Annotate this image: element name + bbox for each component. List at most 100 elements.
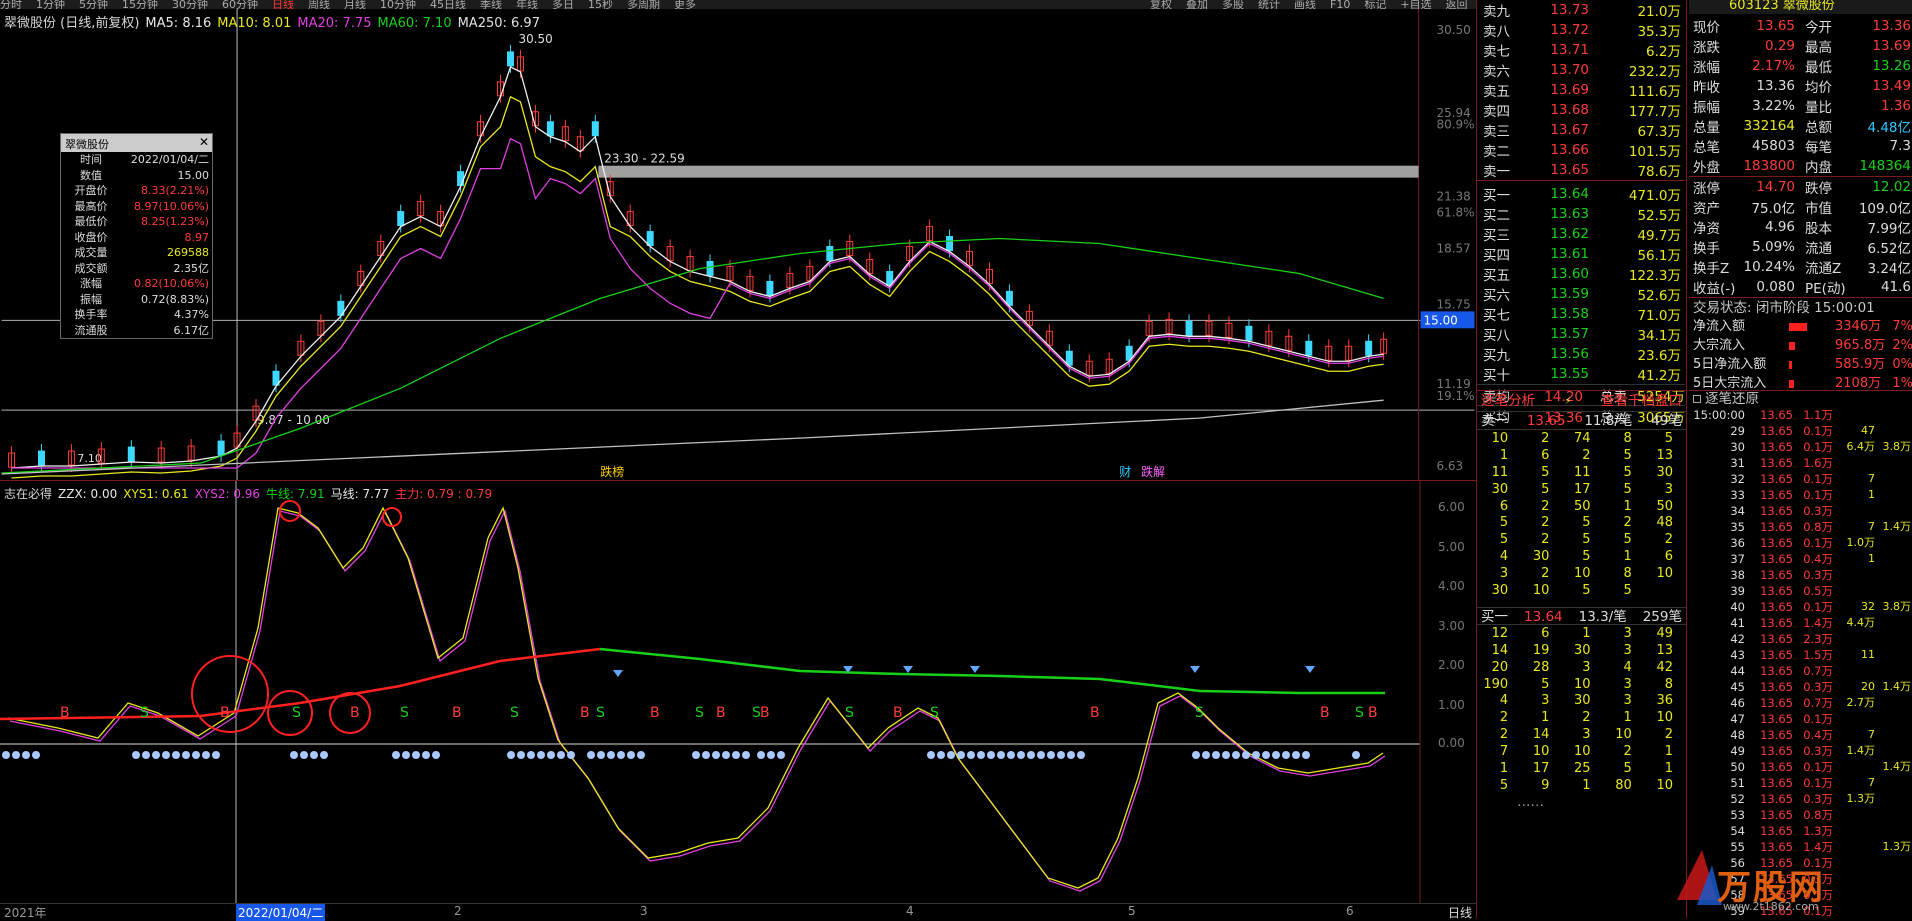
bid-row[interactable]: 买五 13.60 122.3万 [1477,264,1685,284]
flow-bar [1789,361,1792,369]
period-tab[interactable]: 1分钟 [36,0,65,9]
bid-row[interactable]: 买七 13.58 71.0万 [1477,304,1685,324]
period-tab[interactable]: 多周期 [627,0,660,9]
diamond-icon [1305,666,1315,673]
candle [217,434,225,463]
toolbar-button[interactable]: 画线 [1294,0,1316,9]
dot-marker [1282,751,1290,759]
ask-row[interactable]: 卖五 13.69 111.6万 [1477,80,1685,100]
legend-item: MA10: 8.01 [217,16,292,31]
candle [272,364,280,393]
flow-bar [1789,380,1794,388]
toolbar-button[interactable]: 复权 [1150,0,1172,9]
bid-row[interactable]: 买八 13.57 34.1万 [1477,324,1685,344]
data-window-row: 最低价 8.25(1.23%) [61,214,212,230]
bid-row[interactable]: 买六 13.59 52.6万 [1477,284,1685,304]
signal-mark: B [1090,705,1100,721]
tick-row: 11 5 11 5 30 [1491,464,1673,480]
bid-row[interactable]: 买四 13.61 56.1万 [1477,244,1685,264]
period-tab[interactable]: 10分钟 [380,0,416,9]
restore-row: 44 13.65 0.7万 [1730,664,1833,678]
signal-mark: B [760,705,770,721]
dot-marker [212,751,220,759]
ask-row[interactable]: 卖九 13.73 21.0万 [1477,0,1685,20]
ask-row[interactable]: 卖八 13.72 35.3万 [1477,20,1685,40]
toolbar-button[interactable]: 统计 [1258,0,1280,9]
view-depth-link[interactable]: 查看千档盘口 [1601,391,1682,411]
bid-row[interactable]: 买一 13.64 471.0万 [1477,184,1685,204]
restore-row: 39 13.65 0.5万 [1730,584,1833,598]
kline-chart[interactable]: 30.5025.9480.9%21.3861.8%18.5715.7513.90… [0,9,1476,481]
period-tab[interactable]: 季线 [480,0,502,9]
period-tab[interactable]: 45日线 [430,0,466,9]
period-tab[interactable]: 周线 [308,0,330,9]
restore-row: 37 13.65 0.4万 1 [1730,552,1875,566]
candle [576,129,584,158]
dot-marker [132,751,140,759]
y-tick: 2.00 [1438,658,1465,672]
toolbar-button[interactable]: 叠加 [1186,0,1208,9]
bull-line [599,647,1385,695]
diamond-icon [970,666,980,673]
period-tab[interactable]: 15秒 [588,0,613,9]
restore-row: 42 13.65 2.3万 [1730,632,1833,646]
ask-row[interactable]: 卖七 13.71 6.2万 [1477,40,1685,60]
bid-row[interactable]: 买九 13.56 23.6万 [1477,344,1685,364]
dot-marker [1192,751,1200,759]
period-tab[interactable]: 分时 [0,0,22,9]
period-tab[interactable]: 60分钟 [222,0,258,9]
toolbar-button[interactable]: 返回 [1446,0,1468,9]
restore-row: 54 13.65 1.3万 [1730,824,1833,838]
tick-head-cell: 13.3/笔 [1578,608,1627,625]
toolbar-button[interactable]: 标记 [1364,0,1386,9]
tick-restore-title[interactable]: 逐笔还原 [1705,391,1759,407]
ask-row[interactable]: 卖二 13.66 101.5万 [1477,140,1685,160]
dot-marker [637,751,645,759]
ask-row[interactable]: 卖六 13.70 232.2万 [1477,60,1685,80]
restore-row: 32 13.65 0.1万 7 [1730,472,1875,486]
period-tab[interactable]: 5分钟 [79,0,108,9]
tick-head-cell: 13.64 [1523,608,1563,625]
y-tick: 6.63 [1437,459,1464,473]
dot-marker [627,751,635,759]
dot-marker [412,751,420,759]
dot-marker [1242,751,1250,759]
dot-marker [162,751,170,759]
y-tick: 4.00 [1438,579,1465,593]
restore-row: 46 13.65 0.7万 2.7万 [1730,696,1875,710]
indicator-chart[interactable]: 6.005.004.003.002.001.000.00B S B S B S B S B S B S… [0,481,1476,903]
candle [437,204,445,233]
period-tab[interactable]: 日线 [272,0,294,9]
period-tab[interactable]: 30分钟 [172,0,208,9]
period-tab[interactable]: 15分钟 [122,0,158,9]
close-icon[interactable]: ✕ [199,135,209,149]
toolbar-button[interactable]: 多股 [1222,0,1244,9]
legend-item: 马线: 7.77 [330,487,390,501]
period-label[interactable]: 日线 [1448,904,1472,921]
toolbar-button[interactable]: F10 [1330,0,1350,9]
data-window-row: 时间 2022/01/04/二 [61,152,212,168]
candle [706,254,714,283]
dot-marker [300,751,308,759]
toolbar-button[interactable]: +自选 [1400,0,1431,9]
tick-head-cell: 11.8/笔 [1584,413,1633,429]
y-tick: 61.8% [1437,206,1475,220]
data-window-row: 成交量 269588 [61,245,212,261]
ask-row[interactable]: 卖四 13.68 177.7万 [1477,100,1685,120]
bid-row[interactable]: 买三 13.62 49.7万 [1477,224,1685,244]
period-tab[interactable]: 月线 [344,0,366,9]
period-tab[interactable]: 年线 [516,0,538,9]
ask-row[interactable]: 卖三 13.67 67.3万 [1477,120,1685,140]
period-tab[interactable]: 多日 [552,0,574,9]
ask-row[interactable]: 卖一 13.65 78.6万 [1477,160,1685,181]
bid-row[interactable]: 买二 13.63 52.5万 [1477,204,1685,224]
signal-mark: B [650,705,660,721]
dot-marker [617,751,625,759]
data-window-value: 6.17亿 [173,323,210,337]
dot-marker [1212,751,1220,759]
period-tab[interactable]: 更多 [674,0,696,9]
legend-item: 主力: 0.79 : 0.79 [395,487,493,501]
dot-marker [547,751,555,759]
bid-row[interactable]: 买十 13.55 41.2万 [1477,364,1685,385]
tick-analysis-title[interactable]: 逐笔分析 [1481,391,1535,411]
